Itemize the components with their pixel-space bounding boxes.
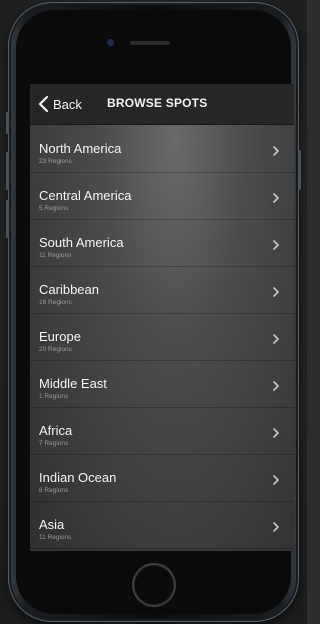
- chevron-right-icon: [273, 475, 279, 485]
- region-count: 11 Regions: [39, 252, 72, 259]
- list-item[interactable]: Asia 11 Regions: [30, 501, 294, 549]
- region-name: Middle East: [39, 376, 107, 391]
- power-button: [298, 150, 301, 190]
- region-count: 5 Regions: [39, 205, 69, 212]
- region-count: 7 Regions: [39, 440, 69, 447]
- list-item[interactable]: Central America 5 Regions: [30, 172, 294, 220]
- region-name: South America: [39, 235, 124, 250]
- chevron-right-icon: [273, 522, 279, 532]
- app-screen: Back BROWSE SPOTS North America 23 Region…: [30, 84, 294, 551]
- navigation-bar: Back BROWSE SPOTS: [30, 84, 294, 125]
- chevron-right-icon: [273, 240, 279, 250]
- chevron-right-icon: [273, 381, 279, 391]
- back-button[interactable]: Back: [37, 94, 82, 114]
- page-title: BROWSE SPOTS: [107, 96, 208, 110]
- chevron-right-icon: [273, 334, 279, 344]
- chevron-right-icon: [273, 287, 279, 297]
- region-name: Indian Ocean: [39, 470, 117, 485]
- list-item[interactable]: Middle East 1 Regions: [30, 360, 294, 408]
- chevron-left-icon: [38, 95, 49, 113]
- region-count: 11 Regions: [39, 534, 72, 541]
- region-count: 23 Regions: [39, 158, 72, 165]
- chevron-right-icon: [273, 146, 279, 156]
- region-name: North America: [39, 141, 122, 156]
- list-item[interactable]: Africa 7 Regions: [30, 407, 294, 455]
- list-item[interactable]: Indian Ocean 6 Regions: [30, 454, 294, 502]
- region-count: 1 Regions: [39, 393, 69, 400]
- region-name: Central America: [39, 188, 132, 203]
- region-name: Europe: [39, 329, 81, 344]
- region-name: Africa: [39, 423, 73, 438]
- volume-up-button: [6, 152, 9, 190]
- chevron-right-icon: [273, 428, 279, 438]
- region-count: 6 Regions: [39, 487, 69, 494]
- mute-switch: [6, 112, 9, 134]
- front-camera: [107, 39, 114, 46]
- home-button[interactable]: [134, 565, 174, 605]
- list-item[interactable]: Caribbean 16 Regions: [30, 266, 294, 314]
- back-label: Back: [53, 96, 82, 112]
- list-item[interactable]: North America 23 Regions: [30, 125, 294, 173]
- region-count: 16 Regions: [39, 299, 72, 306]
- region-name: Caribbean: [39, 282, 99, 297]
- earpiece-speaker: [130, 41, 170, 45]
- region-count: 20 Regions: [39, 346, 72, 353]
- list-item[interactable]: South America 11 Regions: [30, 219, 294, 267]
- list-item[interactable]: Europe 20 Regions: [30, 313, 294, 361]
- chevron-right-icon: [273, 193, 279, 203]
- volume-down-button: [6, 200, 9, 238]
- region-name: Asia: [39, 517, 65, 532]
